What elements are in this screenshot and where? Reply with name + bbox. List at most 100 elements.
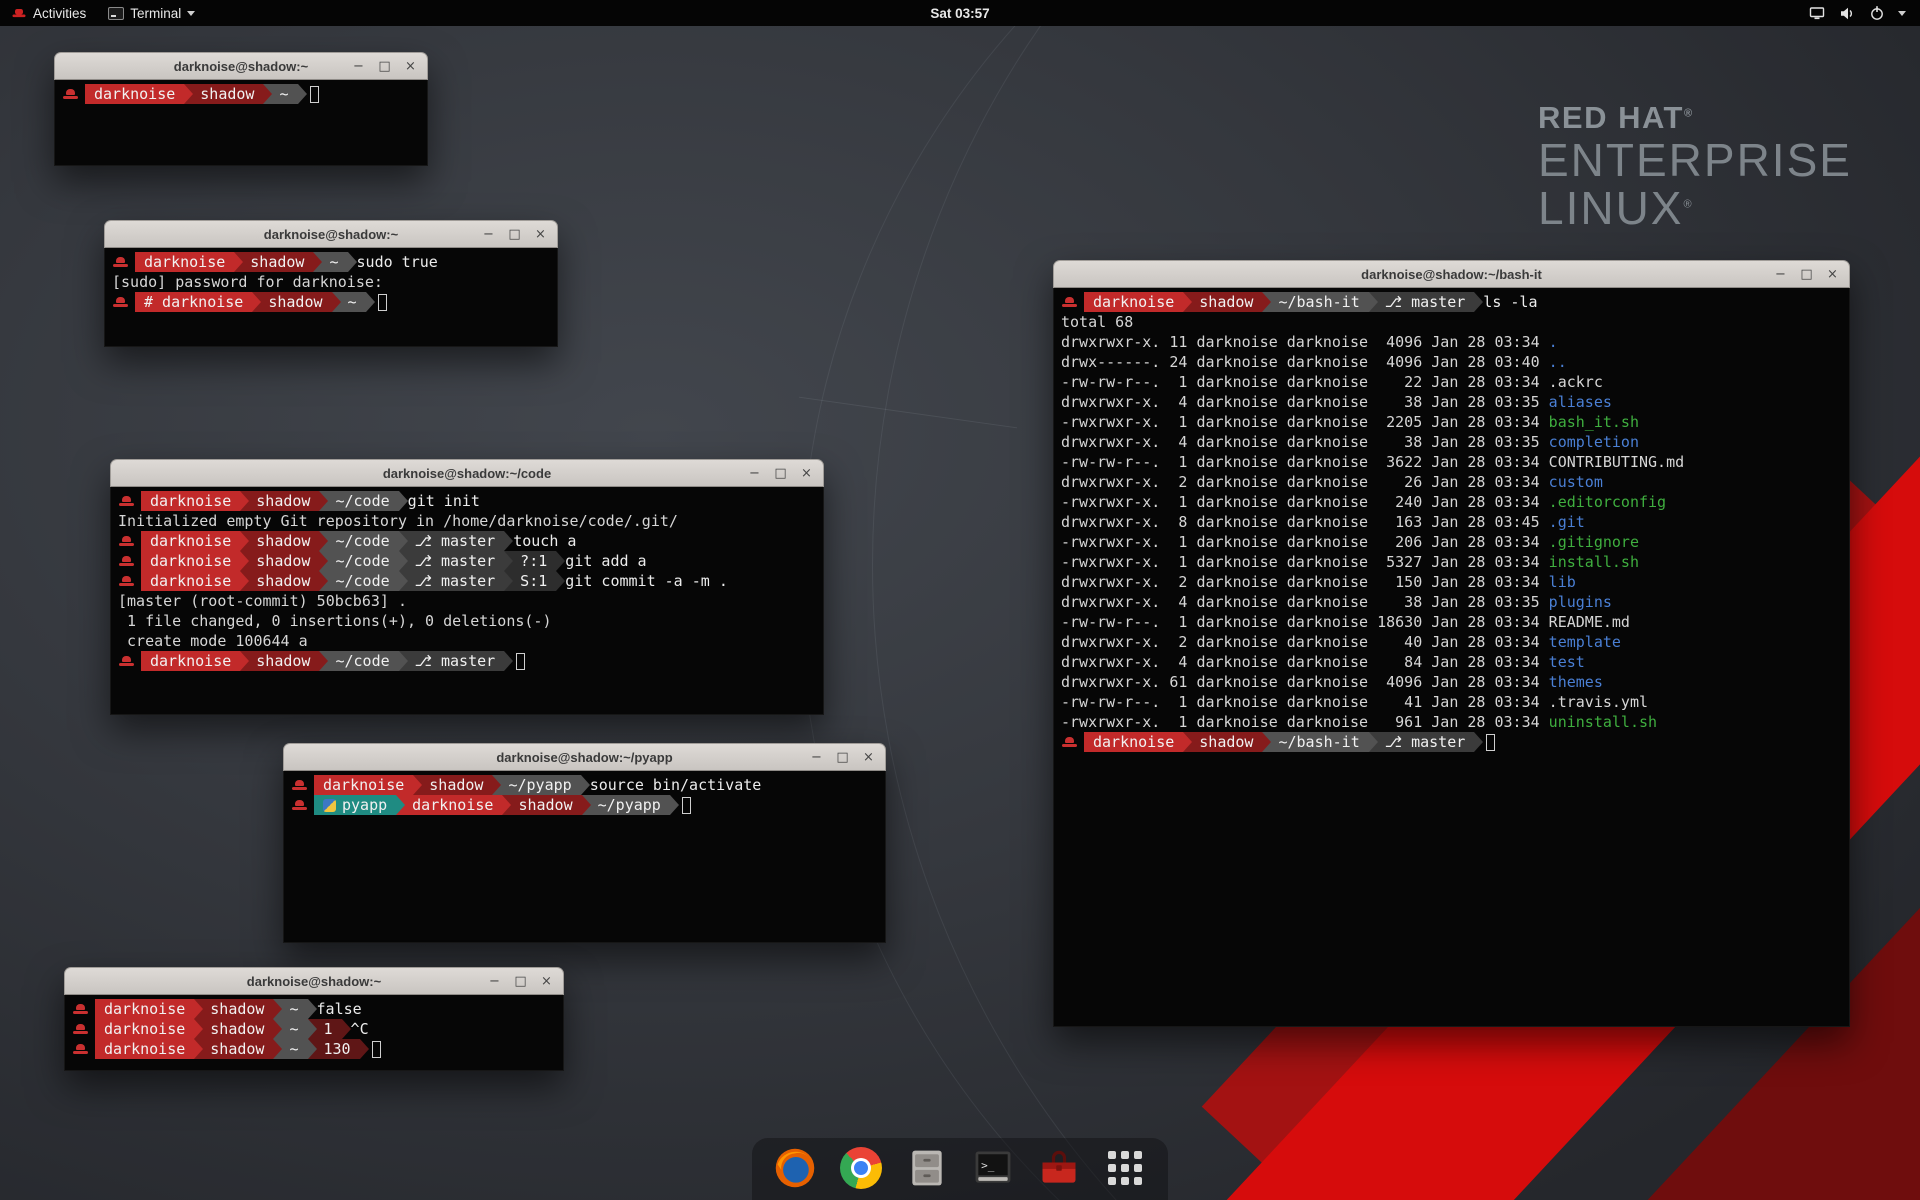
terminal-line: [sudo] password for darknoise: — [112, 272, 550, 292]
terminal-window-code: darknoise@shadow:~/code − □ × darknoises… — [110, 459, 824, 715]
terminal-text: -rw-rw-r--. 1 darknoise darknoise 41 Jan… — [1061, 692, 1549, 712]
close-button[interactable]: × — [795, 462, 818, 485]
redhat-prompt-icon — [1062, 736, 1077, 749]
terminal-line: -rwxrwxr-x. 1 darknoise darknoise 5327 J… — [1061, 552, 1842, 572]
close-button[interactable]: × — [399, 55, 422, 78]
terminal-text: git add a — [556, 551, 646, 571]
redhat-prompt-icon — [119, 495, 134, 508]
terminal-window-bash-it: darknoise@shadow:~/bash-it − □ × darknoi… — [1053, 260, 1850, 1027]
terminal-content[interactable]: darknoiseshadow~/code git initInitialize… — [110, 487, 824, 715]
terminal-content[interactable]: darknoiseshadow~/pyapp source bin/activa… — [283, 771, 886, 943]
dock-item-files[interactable] — [904, 1145, 950, 1191]
terminal-text: [master (root-commit) 50bcb63] . — [118, 591, 407, 611]
close-button[interactable]: × — [857, 746, 880, 769]
files-icon — [905, 1146, 949, 1190]
terminal-line: drwxrwxr-x. 2 darknoise darknoise 150 Ja… — [1061, 572, 1842, 592]
terminal-text: -rwxrwxr-x. 1 darknoise darknoise 240 Ja… — [1061, 492, 1549, 512]
terminal-text: completion — [1549, 432, 1639, 452]
maximize-button[interactable]: □ — [831, 746, 854, 769]
chevron-down-icon — [187, 11, 195, 16]
terminal-text: source bin/activate — [581, 775, 762, 795]
maximize-button[interactable]: □ — [509, 970, 532, 993]
clock[interactable]: Sat 03:57 — [930, 6, 989, 21]
dock-item-terminal[interactable]: >_ — [970, 1145, 1016, 1191]
titlebar[interactable]: darknoise@shadow:~ − □ × — [54, 52, 428, 80]
terminal-text: [sudo] password for darknoise: — [112, 272, 383, 292]
close-button[interactable]: × — [535, 970, 558, 993]
minimize-button[interactable]: − — [805, 746, 828, 769]
terminal-content[interactable]: darknoiseshadow~ sudo true[sudo] passwor… — [104, 248, 558, 347]
rhel-wallpaper-logo: RED HAT® ENTERPRISE LINUX® — [1538, 100, 1852, 233]
maximize-button[interactable]: □ — [373, 55, 396, 78]
terminal-line: -rw-rw-r--. 1 darknoise darknoise 18630 … — [1061, 612, 1842, 632]
titlebar[interactable]: darknoise@shadow:~ − □ × — [64, 967, 564, 995]
python-icon — [323, 799, 336, 812]
terminal-line: darknoiseshadow~/bash-it⎇ master — [1061, 732, 1842, 752]
terminal-content[interactable]: darknoiseshadow~ — [54, 80, 428, 166]
terminal-window-home-1: darknoise@shadow:~ − □ × darknoiseshadow… — [54, 52, 428, 166]
prompt-segment: ⎇ master — [1369, 732, 1475, 752]
maximize-button[interactable]: □ — [1795, 263, 1818, 286]
titlebar[interactable]: darknoise@shadow:~/code − □ × — [110, 459, 824, 487]
prompt-segment: darknoise — [396, 795, 502, 815]
activities-button[interactable]: Activities — [0, 0, 97, 26]
terminal-text: drwx------. 24 darknoise darknoise 4096 … — [1061, 352, 1549, 372]
redhat-prompt-icon — [119, 575, 134, 588]
prompt-segment: shadow — [252, 292, 331, 312]
titlebar[interactable]: darknoise@shadow:~/bash-it − □ × — [1053, 260, 1850, 288]
system-status-area[interactable] — [1795, 0, 1920, 26]
firefox-icon — [773, 1146, 817, 1190]
prompt-segment: darknoise — [135, 252, 234, 272]
prompt-segment: ~/code — [319, 491, 398, 511]
terminal-window-sudo: darknoise@shadow:~ − □ × darknoise shadow… — [104, 220, 558, 347]
prompt-segment: ~/pyapp — [582, 795, 670, 815]
terminal-content[interactable]: darknoiseshadow~/bash-it⎇ master ls -la t… — [1053, 288, 1850, 1027]
maximize-button[interactable]: □ — [769, 462, 792, 485]
close-button[interactable]: × — [529, 223, 552, 246]
prompt-segment: ~/code — [319, 571, 398, 591]
terminal-cursor — [516, 653, 525, 670]
terminal-text: install.sh — [1549, 552, 1639, 572]
top-bar: Activities Terminal Sat 03:57 — [0, 0, 1920, 26]
titlebar[interactable]: darknoise@shadow:~/pyapp − □ × — [283, 743, 886, 771]
terminal-content[interactable]: darknoiseshadow~ falsedarknoiseshadow~1 … — [64, 995, 564, 1071]
prompt-segment: shadow — [1183, 732, 1262, 752]
svg-text:>_: >_ — [981, 1159, 995, 1172]
prompt-segment: ⎇ master — [399, 571, 505, 591]
prompt-segment: shadow — [240, 491, 319, 511]
terminal-line: darknoiseshadow~ — [62, 84, 420, 104]
terminal-line: [master (root-commit) 50bcb63] . — [118, 591, 816, 611]
titlebar[interactable]: darknoise@shadow:~ − □ × — [104, 220, 558, 248]
minimize-button[interactable]: − — [483, 970, 506, 993]
chevron-down-icon — [1898, 11, 1906, 16]
terminal-icon — [108, 7, 124, 20]
prompt-segment: ~/bash-it — [1262, 732, 1368, 752]
dock-item-chrome[interactable] — [838, 1145, 884, 1191]
dock-item-software[interactable] — [1036, 1145, 1082, 1191]
minimize-button[interactable]: − — [347, 55, 370, 78]
terminal-text: template — [1549, 632, 1621, 652]
minimize-button[interactable]: − — [1769, 263, 1792, 286]
prompt-segment: shadow — [1183, 292, 1262, 312]
dock-item-show-applications[interactable] — [1102, 1145, 1148, 1191]
prompt-segment: pyapp — [314, 795, 396, 815]
redhat-prompt-icon — [73, 1043, 88, 1056]
minimize-button[interactable]: − — [743, 462, 766, 485]
terminal-line: darknoiseshadow~/bash-it⎇ master ls -la — [1061, 292, 1842, 312]
terminal-line: -rwxrwxr-x. 1 darknoise darknoise 206 Ja… — [1061, 532, 1842, 552]
brand-line-1: RED HAT® — [1538, 100, 1852, 136]
terminal-text: .ackrc — [1549, 372, 1603, 392]
prompt-segment: # darknoise — [135, 292, 252, 312]
close-button[interactable]: × — [1821, 263, 1844, 286]
prompt-segment: shadow — [240, 651, 319, 671]
dock-item-firefox[interactable] — [772, 1145, 818, 1191]
maximize-button[interactable]: □ — [503, 223, 526, 246]
prompt-segment: shadow — [502, 795, 581, 815]
redhat-prompt-icon — [63, 88, 78, 101]
app-menu-terminal[interactable]: Terminal — [97, 0, 206, 26]
minimize-button[interactable]: − — [477, 223, 500, 246]
prompt-segment: darknoise — [141, 531, 240, 551]
prompt-segment: darknoise — [95, 1039, 194, 1059]
terminal-text: -rwxrwxr-x. 1 darknoise darknoise 2205 J… — [1061, 412, 1549, 432]
app-grid-icon — [1108, 1151, 1142, 1185]
